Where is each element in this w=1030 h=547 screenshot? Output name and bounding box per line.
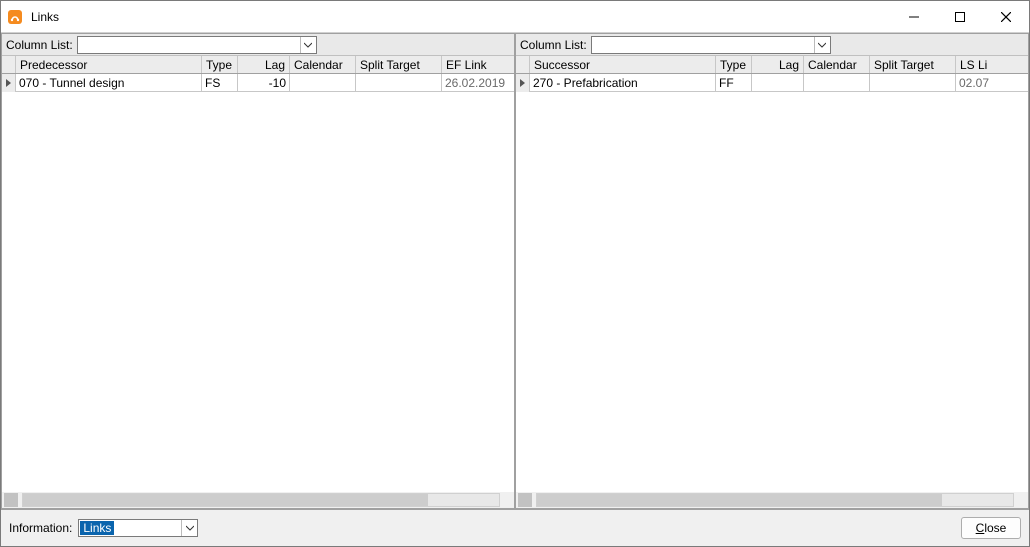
successor-hscrollbar[interactable] [516, 492, 1028, 508]
scrollbar-corner [4, 493, 18, 507]
scrollbar-thumb[interactable] [23, 494, 428, 506]
row-gutter-header [516, 56, 530, 73]
cell-lag[interactable] [752, 74, 804, 92]
titlebar: Links [1, 1, 1029, 33]
cell-ef-link: 26.02.2019 [442, 74, 514, 92]
col-header-ls-link[interactable]: LS Li [956, 56, 1028, 73]
predecessor-grid[interactable]: Predecessor Type Lag Calendar Split Targ… [2, 56, 514, 508]
cell-type[interactable]: FF [716, 74, 752, 92]
col-header-type[interactable]: Type [202, 56, 238, 73]
col-header-predecessor[interactable]: Predecessor [16, 56, 202, 73]
column-list-label: Column List: [6, 38, 73, 52]
table-row[interactable]: 070 - Tunnel design FS -10 26.02.2019 [2, 74, 514, 92]
row-indicator-icon [516, 74, 530, 92]
col-header-split-target[interactable]: Split Target [356, 56, 442, 73]
information-combo[interactable]: Links [78, 519, 198, 537]
links-dialog: Links Column List: [0, 0, 1030, 547]
table-row[interactable]: 270 - Prefabrication FF 02.07 [516, 74, 1028, 92]
cell-successor[interactable]: 270 - Prefabrication [530, 74, 716, 92]
chevron-down-icon [814, 37, 830, 53]
scrollbar-thumb[interactable] [537, 494, 942, 506]
successor-panel-head: Column List: [516, 34, 1028, 56]
successor-grid-header: Successor Type Lag Calendar Split Target… [516, 56, 1028, 74]
col-header-calendar[interactable]: Calendar [290, 56, 356, 73]
footer: Information: Links Close [1, 510, 1029, 546]
close-window-button[interactable] [983, 1, 1029, 33]
cell-lag[interactable]: -10 [238, 74, 290, 92]
cell-predecessor[interactable]: 070 - Tunnel design [16, 74, 202, 92]
row-gutter-header [2, 56, 16, 73]
cell-split-target[interactable] [356, 74, 442, 92]
col-header-lag[interactable]: Lag [752, 56, 804, 73]
chevron-down-icon [300, 37, 316, 53]
row-indicator-icon [2, 74, 16, 92]
successor-panel: Column List: Successor Type Lag Calendar… [515, 33, 1029, 509]
col-header-lag[interactable]: Lag [238, 56, 290, 73]
cell-calendar[interactable] [290, 74, 356, 92]
minimize-button[interactable] [891, 1, 937, 33]
cell-split-target[interactable] [870, 74, 956, 92]
information-label: Information: [9, 521, 72, 535]
chevron-down-icon [181, 520, 197, 536]
scrollbar-track[interactable] [22, 493, 500, 507]
col-header-ef-link[interactable]: EF Link [442, 56, 514, 73]
left-column-list-combo[interactable] [77, 36, 317, 54]
maximize-button[interactable] [937, 1, 983, 33]
col-header-successor[interactable]: Successor [530, 56, 716, 73]
cell-type[interactable]: FS [202, 74, 238, 92]
app-icon [7, 9, 23, 25]
close-button[interactable]: Close [961, 517, 1021, 539]
cell-ls-link: 02.07 [956, 74, 1028, 92]
predecessor-grid-body[interactable]: 070 - Tunnel design FS -10 26.02.2019 [2, 74, 514, 492]
right-column-list-combo[interactable] [591, 36, 831, 54]
information-value: Links [80, 521, 114, 535]
col-header-calendar[interactable]: Calendar [804, 56, 870, 73]
scrollbar-corner [518, 493, 532, 507]
close-button-rest: lose [984, 521, 1006, 535]
successor-grid[interactable]: Successor Type Lag Calendar Split Target… [516, 56, 1028, 508]
cell-calendar[interactable] [804, 74, 870, 92]
predecessor-panel: Column List: Predecessor Type Lag Calend… [1, 33, 515, 509]
successor-grid-body[interactable]: 270 - Prefabrication FF 02.07 [516, 74, 1028, 492]
window-title: Links [31, 10, 891, 24]
predecessor-panel-head: Column List: [2, 34, 514, 56]
scrollbar-track[interactable] [536, 493, 1014, 507]
col-header-split-target[interactable]: Split Target [870, 56, 956, 73]
predecessor-hscrollbar[interactable] [2, 492, 514, 508]
predecessor-grid-header: Predecessor Type Lag Calendar Split Targ… [2, 56, 514, 74]
col-header-type[interactable]: Type [716, 56, 752, 73]
column-list-label: Column List: [520, 38, 587, 52]
panels: Column List: Predecessor Type Lag Calend… [1, 33, 1029, 510]
